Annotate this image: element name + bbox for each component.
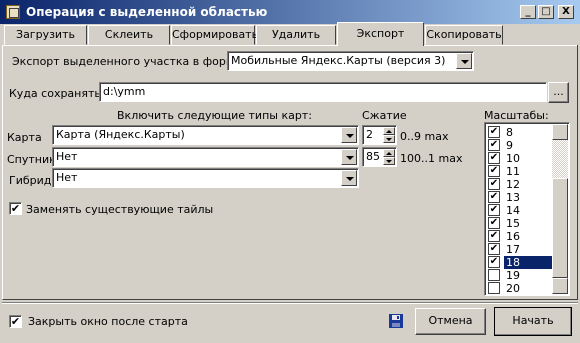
scale-checkbox[interactable]: ✔ (488, 243, 500, 255)
satellite-type-label: Спутник (7, 153, 56, 166)
include-header: Включить следующие типы карт: (117, 109, 312, 122)
close-after-start-label: Закрыть окно после старта (28, 315, 188, 328)
scales-list[interactable]: ✔ 8 ✔ 9 ✔ 10 ✔ 11 ✔ 12 ✔ 13 ✔ 14 ✔ 15 ✔ 16 ✔ 17 ✔ 18 19 20 (484, 122, 570, 296)
format-value: Мобильные Яндекс.Карты (версия 3) (231, 54, 446, 67)
scale-checkbox[interactable]: ✔ (488, 230, 500, 242)
satellite-compression-value: 85 (366, 150, 380, 163)
scale-item-8[interactable]: ✔ 8 (488, 126, 552, 139)
scale-value: 8 (506, 126, 513, 139)
scale-checkbox[interactable]: ✔ (488, 126, 500, 138)
floppy-disk-icon[interactable] (388, 313, 404, 329)
scale-value: 12 (506, 178, 520, 191)
tab-copy[interactable]: Скопировать (425, 25, 503, 45)
scale-item-13[interactable]: ✔ 13 (488, 191, 552, 204)
scroll-down-icon[interactable] (552, 278, 568, 294)
tab-merge[interactable]: Склеить (88, 25, 170, 45)
close-after-start-checkbox[interactable]: ✔ (9, 315, 22, 328)
tab-load[interactable]: Загрузить (4, 25, 87, 45)
scale-checkbox[interactable]: ✔ (488, 178, 500, 190)
scale-checkbox[interactable]: ✔ (488, 217, 500, 229)
scale-checkbox[interactable]: ✔ (488, 165, 500, 177)
format-label: Экспорт выделенного участка в формат (12, 55, 248, 68)
chevron-down-icon[interactable] (341, 170, 357, 186)
scale-item-11[interactable]: ✔ 11 (488, 165, 552, 178)
scale-item-10[interactable]: ✔ 10 (488, 152, 552, 165)
scale-value: 10 (506, 152, 520, 165)
tab-delete[interactable]: Удалить (256, 25, 336, 45)
scale-value: 20 (506, 282, 520, 295)
map-type-label: Карта (7, 131, 42, 144)
scale-item-17[interactable]: ✔ 17 (488, 243, 552, 256)
tab-generate[interactable]: Сформировать (171, 25, 258, 45)
spin-down-icon[interactable] (383, 135, 395, 143)
cancel-button[interactable]: Отмена (415, 308, 486, 335)
satellite-type-select[interactable]: Нет (52, 147, 359, 167)
scale-item-18[interactable]: ✔ 18 (488, 256, 552, 269)
scale-checkbox[interactable]: ✔ (488, 204, 500, 216)
scale-value: 19 (506, 269, 520, 282)
title-bar[interactable]: Операция с выделенной областью _ □ X (0, 0, 580, 24)
scale-item-14[interactable]: ✔ 14 (488, 204, 552, 217)
chevron-down-icon[interactable] (456, 53, 472, 69)
map-compression-range: 0..9 max (400, 130, 449, 143)
scale-item-16[interactable]: ✔ 16 (488, 230, 552, 243)
replace-tiles-label: Заменять существующие тайлы (26, 203, 214, 216)
map-compression-value: 2 (366, 128, 373, 141)
scales-scrollbar[interactable] (552, 124, 568, 294)
scale-checkbox[interactable]: ✔ (488, 191, 500, 203)
chevron-down-icon[interactable] (341, 149, 357, 165)
chevron-down-icon[interactable] (341, 127, 357, 143)
scale-item-20[interactable]: 20 (488, 282, 552, 295)
browse-button[interactable]: ... (548, 82, 569, 103)
map-compression-spinner[interactable]: 2 (362, 125, 397, 145)
scale-item-9[interactable]: ✔ 9 (488, 139, 552, 152)
scale-checkbox[interactable] (488, 269, 500, 281)
scale-item-19[interactable]: 19 (488, 269, 552, 282)
floppy-disk-icon-graphic (389, 314, 403, 328)
satellite-compression-range: 100..1 max (400, 152, 463, 165)
tab-export[interactable]: Экспорт (337, 22, 424, 46)
scale-checkbox[interactable] (488, 282, 500, 294)
scales-header: Масштабы: (484, 109, 549, 122)
path-label: Куда сохранять: (9, 87, 105, 100)
satellite-type-value: Нет (56, 150, 78, 163)
map-type-select[interactable]: Карта (Яндекс.Карты) (52, 125, 359, 145)
spin-down-icon[interactable] (383, 157, 395, 165)
hybrid-type-select[interactable]: Нет (52, 168, 359, 188)
format-select[interactable]: Мобильные Яндекс.Карты (версия 3) (227, 51, 474, 71)
scale-value: 17 (506, 243, 520, 256)
scale-value: 16 (506, 230, 520, 243)
window-title: Операция с выделенной областью (26, 5, 268, 19)
spin-up-icon[interactable] (383, 127, 395, 135)
map-type-value: Карта (Яндекс.Карты) (56, 128, 185, 141)
scale-value: 13 (506, 191, 520, 204)
scale-item-12[interactable]: ✔ 12 (488, 178, 552, 191)
scroll-thumb[interactable] (552, 178, 568, 278)
scale-checkbox[interactable]: ✔ (488, 152, 500, 164)
compression-header: Сжатие (362, 109, 407, 122)
minimize-button[interactable]: _ (520, 5, 536, 19)
scale-value: 9 (506, 139, 513, 152)
scale-checkbox[interactable]: ✔ (488, 256, 500, 268)
hybrid-type-value: Нет (56, 171, 78, 184)
spin-up-icon[interactable] (383, 149, 395, 157)
start-button[interactable]: Начать (494, 307, 572, 336)
scale-value: 15 (506, 217, 520, 230)
hybrid-type-label: Гибрид (9, 174, 52, 187)
scale-checkbox[interactable]: ✔ (488, 139, 500, 151)
replace-tiles-checkbox[interactable]: ✔ (9, 202, 22, 215)
maximize-button[interactable]: □ (538, 5, 554, 19)
scale-value: 18 (504, 256, 552, 269)
close-button[interactable]: X (558, 5, 574, 19)
satellite-compression-spinner[interactable]: 85 (362, 147, 397, 167)
app-icon (6, 5, 20, 19)
scale-value: 14 (506, 204, 520, 217)
scroll-up-icon[interactable] (552, 124, 568, 140)
path-input[interactable]: d:\ymm (99, 82, 547, 102)
scale-item-15[interactable]: ✔ 15 (488, 217, 552, 230)
scale-value: 11 (506, 165, 520, 178)
footer-separator (2, 302, 578, 304)
